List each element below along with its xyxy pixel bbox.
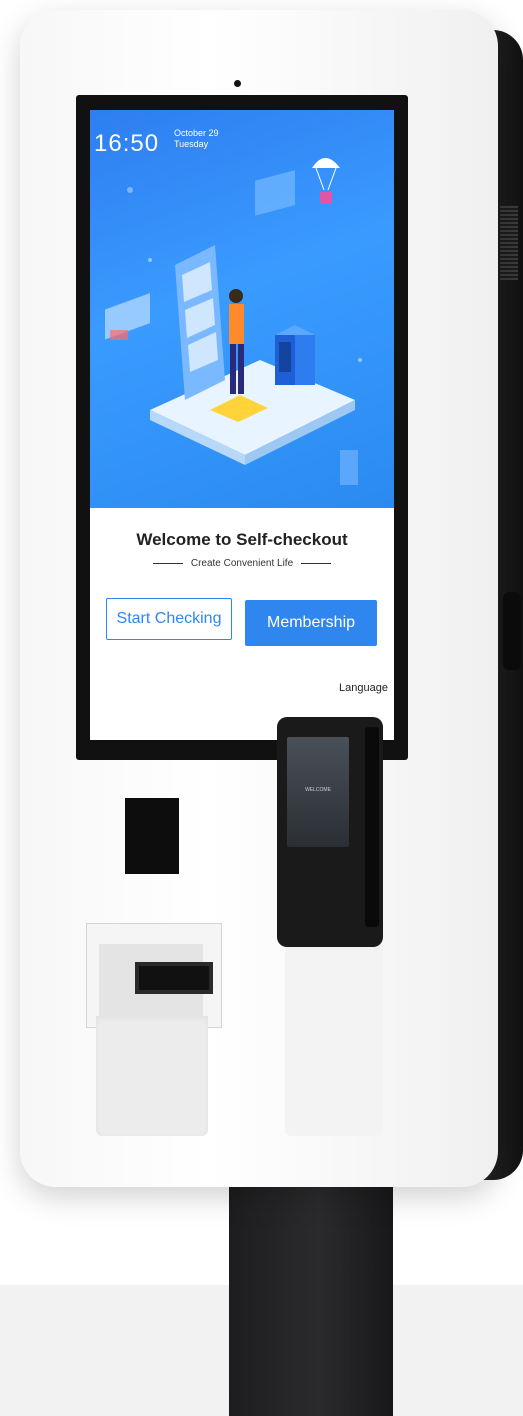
touch-screen: 16:50 October 29 Tuesday Welcome to Self… xyxy=(90,110,394,740)
clock-time: 16:50 xyxy=(94,130,160,157)
receipt-printer xyxy=(86,923,222,1028)
barcode-scanner-window xyxy=(125,798,179,874)
parachute-gift-icon xyxy=(312,158,340,204)
floating-card-left xyxy=(105,293,150,340)
floating-chart-card xyxy=(255,170,295,216)
divider-left xyxy=(152,562,183,564)
terminal-screen: WELCOME xyxy=(287,737,349,847)
date-text: October 29 xyxy=(174,128,219,138)
language-button[interactable]: Language xyxy=(339,682,388,694)
start-checking-button[interactable]: Start Checking xyxy=(106,598,232,640)
camera-icon xyxy=(234,80,241,87)
shopping-illustration xyxy=(105,158,362,485)
weekday-text: Tuesday xyxy=(174,139,209,149)
phone-device xyxy=(175,245,225,400)
side-button xyxy=(503,592,521,670)
card-slot xyxy=(365,727,379,927)
hero-illustration: 16:50 October 29 Tuesday xyxy=(90,110,394,508)
welcome-subtitle: Create Convenient Life xyxy=(190,558,294,569)
building-block xyxy=(275,325,315,385)
printer-slot xyxy=(135,962,213,994)
welcome-subtitle-row: Create Convenient Life xyxy=(90,558,394,569)
clock-date: October 29 Tuesday xyxy=(174,128,219,150)
receipt-well xyxy=(96,1016,208,1136)
speaker-grille xyxy=(500,205,518,280)
building-block-small xyxy=(340,450,358,485)
terminal-welcome-text: WELCOME xyxy=(305,787,331,793)
membership-button[interactable]: Membership xyxy=(245,600,377,646)
card-payment-terminal: WELCOME xyxy=(277,717,383,947)
kiosk-stand-pole xyxy=(229,1150,393,1416)
welcome-panel: Welcome to Self-checkout Create Convenie… xyxy=(90,508,394,740)
divider-right xyxy=(301,562,332,564)
welcome-title: Welcome to Self-checkout xyxy=(136,530,348,549)
